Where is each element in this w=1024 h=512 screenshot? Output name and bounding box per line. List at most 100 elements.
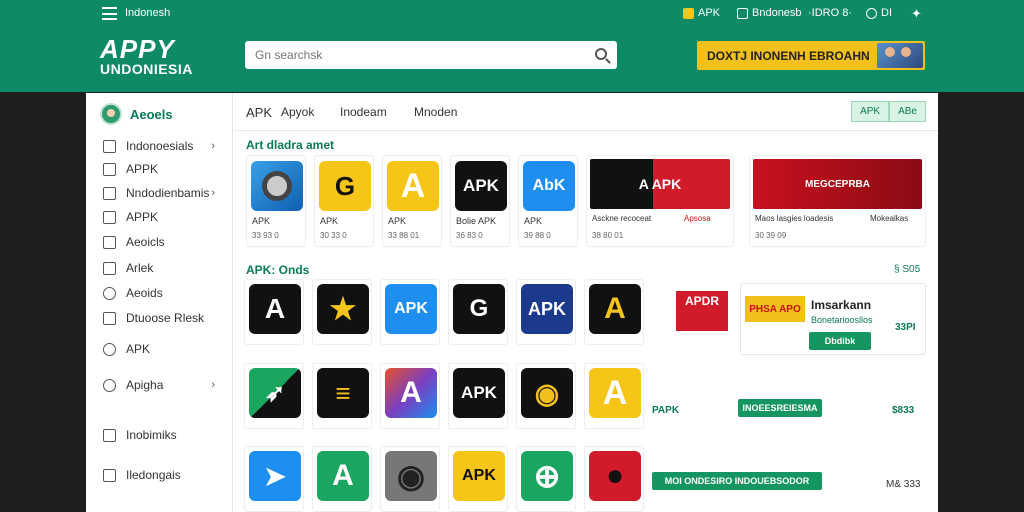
section-title: APK: Onds — [246, 263, 310, 277]
window-icon — [103, 210, 116, 224]
sidebar-item[interactable]: Arlek — [103, 261, 223, 275]
camera-icon — [251, 161, 303, 211]
promo-banner[interactable]: DOXTJ INONENH EBROAHN — [697, 41, 925, 70]
app-card[interactable]: AbK APK 39 88 0 — [518, 155, 578, 247]
globe-icon: ⊕ — [521, 451, 573, 501]
app-tile[interactable]: ● — [584, 446, 644, 512]
app-tile[interactable]: A — [312, 446, 372, 512]
apk-filter-button[interactable]: APK — [851, 101, 890, 122]
tab-mnoden[interactable]: Mnoden — [414, 105, 457, 119]
topbar-item-currency[interactable]: ·IDRO 8· — [808, 7, 852, 19]
grid-icon — [103, 186, 116, 200]
abk-icon: AbK — [523, 161, 575, 211]
box-icon — [103, 162, 116, 176]
app-card[interactable]: A APK 33 88 01 — [382, 155, 442, 247]
ad-price: 33PI — [895, 322, 916, 333]
chart-icon — [103, 428, 116, 442]
app-tile[interactable]: APK — [516, 279, 576, 345]
home-icon — [103, 311, 116, 325]
settings-icon[interactable]: ✦ — [911, 6, 922, 22]
app-tile[interactable]: ◉ — [380, 446, 440, 512]
list-icon: ≡ — [317, 368, 369, 418]
ad-title: Imsarkann — [811, 298, 872, 312]
app-tile[interactable]: A — [244, 279, 304, 345]
sidebar-item[interactable]: Aeoids — [103, 286, 223, 300]
tab-inodeam[interactable]: Inodeam — [340, 105, 387, 119]
calendar-icon — [737, 7, 748, 19]
sidebar-item[interactable]: APK — [103, 342, 223, 356]
sidebar-item[interactable]: APPK — [103, 162, 223, 176]
search-bar — [245, 41, 617, 69]
edit-icon — [103, 261, 116, 275]
site-name[interactable]: Indonesh — [125, 7, 170, 19]
folder-icon — [103, 139, 116, 153]
app-card[interactable]: APK Bolie APK 36 83 0 — [450, 155, 510, 247]
download-button[interactable]: MOI ONDESIRO INDOUEBSODOR — [652, 472, 822, 490]
main-content: APK Apyok Inodeam Mnoden APK ABe Art dla… — [234, 93, 938, 512]
a-icon: A — [385, 368, 437, 418]
chevron-right-icon: › — [211, 379, 215, 391]
app-tile[interactable]: APK — [448, 446, 508, 512]
app-tile[interactable]: A — [380, 363, 440, 429]
featured-banner[interactable]: A APK Asckne recoceat Apsosa 38 80 01 — [586, 155, 734, 247]
arrow-icon: ➶ — [249, 368, 301, 418]
site-logo[interactable]: APPY UNDONIESIA — [100, 36, 193, 76]
sidebar-item[interactable]: APPK — [103, 210, 223, 224]
topbar-item-language[interactable]: Bndonesb — [737, 7, 802, 19]
apk-icon: APK — [521, 284, 573, 334]
sidebar-item[interactable]: Nndodienbamis › — [103, 186, 223, 200]
tools-icon — [103, 235, 116, 249]
app-tile[interactable]: ⊕ — [516, 446, 576, 512]
chevron-right-icon: › — [211, 140, 215, 152]
a-icon: A — [317, 451, 369, 501]
user-icon — [866, 7, 877, 19]
app-tile[interactable]: ≡ — [312, 363, 372, 429]
row-price: $833 — [892, 405, 915, 416]
app-tile[interactable]: ➤ — [244, 446, 304, 512]
sidebar-item[interactable]: Dtuoose Rlesk — [103, 311, 223, 325]
featured-banner[interactable]: MEGCEPRBA Maos lasgies loadesis Mokealka… — [749, 155, 926, 247]
avatar — [100, 103, 122, 125]
sidebar-item[interactable]: Iledongais — [103, 468, 223, 482]
ad-logo: PHSA APO — [745, 296, 805, 322]
app-tile[interactable]: A — [584, 279, 644, 345]
topbar-item-account[interactable]: DI — [866, 7, 892, 19]
search-icon[interactable] — [595, 48, 607, 60]
apk-icon: APK — [455, 161, 507, 211]
app-tile[interactable]: G — [448, 279, 508, 345]
tab-bar: APK Apyok Inodeam Mnoden APK ABe — [234, 93, 938, 131]
search-input[interactable] — [245, 41, 575, 69]
sidebar-item[interactable]: Indonoesials › — [103, 139, 223, 153]
sidebar-header[interactable]: Aeoels — [100, 103, 173, 125]
app-card[interactable]: G APK 30 33 0 — [314, 155, 374, 247]
tab-buttons: APK ABe — [851, 101, 926, 122]
ad-badge[interactable]: APDR — [676, 291, 728, 331]
g-icon: G — [453, 284, 505, 334]
ad-button[interactable]: Dbdibk — [809, 332, 871, 350]
tab-apk[interactable]: APK — [246, 105, 272, 120]
menu-icon[interactable] — [102, 7, 117, 20]
ad-card[interactable]: PHSA APO Imsarkann Bonetarioosllos 33PI … — [740, 283, 926, 355]
tab-apyok[interactable]: Apyok — [281, 105, 314, 119]
app-tile[interactable]: ◉ — [516, 363, 576, 429]
section-aux: § S05 — [894, 264, 921, 275]
apk-icon: APK — [385, 284, 437, 334]
promo-image — [877, 43, 923, 68]
sidebar-item[interactable]: Aeoicls — [103, 235, 223, 249]
row-price: M& 333 — [886, 479, 921, 490]
sidebar-item[interactable]: Apigha › — [103, 378, 223, 392]
chevron-right-icon: › — [211, 187, 215, 199]
sidebar-item[interactable]: Inobimiks — [103, 428, 223, 442]
abe-filter-button[interactable]: ABe — [889, 101, 926, 122]
app-card[interactable]: APK 33 93 0 — [246, 155, 306, 247]
download-button[interactable]: INOEESREIESMA — [738, 399, 822, 417]
app-tile[interactable]: APK — [448, 363, 508, 429]
app-tile[interactable]: ➶ — [244, 363, 304, 429]
app-tile[interactable]: A — [584, 363, 644, 429]
topbar-item-apk[interactable]: APK — [683, 7, 720, 19]
camera-icon: ◉ — [385, 451, 437, 501]
app-tile[interactable]: APK — [380, 279, 440, 345]
circle-icon — [103, 378, 116, 392]
app-tile[interactable]: ★ — [312, 279, 372, 345]
a-icon: A — [249, 284, 301, 334]
